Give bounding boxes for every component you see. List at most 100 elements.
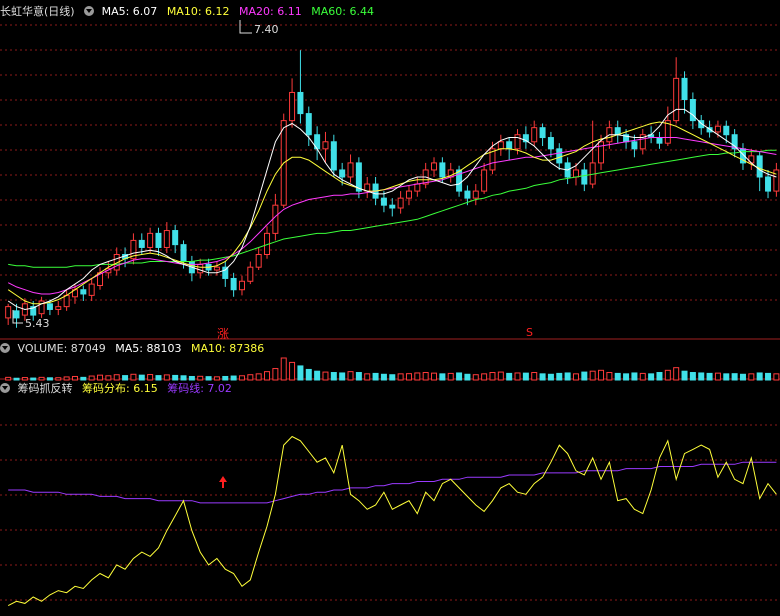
candle-body [305,113,312,136]
volume-bar [13,377,20,381]
candle-body [389,204,396,209]
candle-body [197,263,204,274]
volume-bar [330,372,337,381]
volume-bar [264,371,271,381]
volume-bar [80,376,87,381]
volume-bar [314,370,321,381]
ma10-label: MA10: 6.12 [166,5,230,18]
candle-body [439,162,446,178]
candle-body [80,289,87,295]
ma5-label: MA5: 6.07 [101,5,158,18]
volume-bar [656,372,663,381]
volume-bar [372,372,379,381]
volume-bar [380,373,387,381]
candle-body [714,125,721,133]
volume-bar [456,372,463,381]
candle-body [13,310,20,319]
candle-body [497,141,504,150]
dropdown-icon[interactable] [84,6,95,16]
volume-ma10-label: MA10: 87386 [190,342,265,355]
volume-bar [355,372,362,381]
volume-bar [689,372,696,381]
volume-bar [598,369,605,381]
candle-body [464,190,471,199]
volume-bar [522,372,529,381]
volume-bar [405,373,412,381]
candle-body [138,239,145,248]
volume-bar [255,373,262,381]
volume-bar [765,372,772,381]
candle-body [514,134,521,150]
candle-body [531,127,538,143]
candle-body [147,232,154,248]
volume-bar [681,370,688,381]
volume-bar [55,377,62,381]
chart-title[interactable]: 长虹华意(日线) [0,5,75,18]
dropdown-icon[interactable] [0,383,10,393]
indicator-lines [7,108,777,607]
volume-bar [297,365,304,381]
volume-bar [673,367,680,381]
volume-bar [88,375,95,381]
volume-bar [105,375,112,381]
volume-bar [431,372,438,381]
candlestick-series [5,50,780,328]
ma20-label: MA20: 6.11 [239,5,302,18]
volume-bar [247,374,254,381]
volume-bar [664,369,671,381]
candle-body [330,141,337,171]
volume-bar [238,375,245,381]
candle-body [163,230,170,248]
volume-bar [606,372,613,381]
volume-bar [514,372,521,381]
ma60-label: MA60: 6.44 [311,5,374,18]
volume-bar [731,373,738,381]
candle-body [631,141,638,150]
volume-bar [739,373,746,381]
volume-bar [472,374,479,381]
volume-bar [97,374,104,381]
candle-body [481,169,488,192]
dropdown-icon[interactable] [0,343,10,353]
volume-bar [756,372,763,381]
candle-body [765,176,772,192]
volume-bar [130,373,137,381]
high-price-label: 7.40 [254,23,279,36]
candle-body [723,125,730,136]
high-marker-line [239,20,252,34]
candle-body [673,77,680,122]
candle-body [289,91,296,122]
candle-body [46,303,53,310]
volume-bar [497,371,504,381]
candle-body [581,169,588,185]
volume-bar [547,373,554,381]
volume-panel-header: VOLUME: 87049 MA5: 88103 MA10: 87386 [0,341,270,357]
candle-body [756,155,763,178]
volume-bar [572,373,579,381]
volume-bar [272,368,279,381]
volume-bar [213,376,220,381]
candle-body [172,230,179,246]
volume-bar [30,377,37,381]
volume-bar [188,375,195,381]
low-price-label: 5.43 [25,317,50,330]
volume-bar [539,373,546,381]
volume-bar [46,377,53,381]
indicator-name[interactable]: 筹码抓反转 [18,382,73,395]
grid-lines [0,24,780,601]
chip-line-label: 筹码线: 7.02 [167,382,232,395]
volume-bar [447,372,454,381]
volume-bars [5,357,780,381]
volume-bar [648,373,655,381]
candle-body [180,244,187,263]
volume-bar [531,372,538,381]
candle-body [472,190,479,199]
candle-body [255,254,262,268]
indicator-panel-header: 筹码抓反转 筹码分布: 6.15 筹码线: 7.02 [0,381,238,397]
candle-body [63,294,70,308]
candle-body [297,91,304,115]
candle-body [405,190,412,199]
candle-body [339,169,346,178]
volume-bar [639,372,646,381]
volume-bar [322,371,329,381]
